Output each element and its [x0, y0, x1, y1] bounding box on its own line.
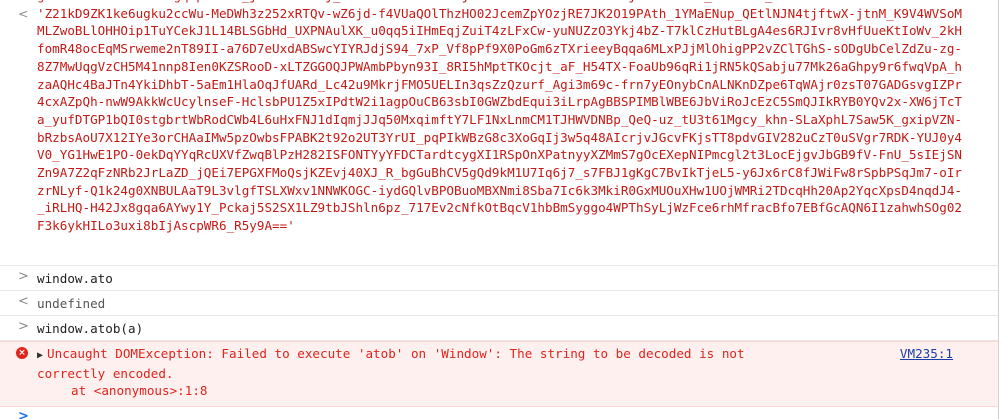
- error-message-block: ▶ Uncaught DOMException: Failed to execut…: [37, 345, 877, 400]
- input-chevron-icon: >: [18, 269, 29, 284]
- error-stack-trace: at <anonymous>:1:8: [71, 383, 208, 399]
- console-input-entry: > window.atob(a): [0, 316, 999, 341]
- input-code[interactable]: window.ato: [37, 270, 113, 287]
- expand-triangle-icon[interactable]: ▶: [37, 347, 43, 365]
- error-message-line: ▶ Uncaught DOMException: Failed to execut…: [37, 345, 877, 365]
- error-circle-icon: ×: [16, 347, 28, 359]
- console-prompt: >: [0, 407, 999, 419]
- output-value: undefined: [37, 296, 106, 311]
- error-source-link[interactable]: VM235:1: [900, 345, 953, 363]
- input-code[interactable]: window.atob(a): [37, 320, 143, 337]
- console-input-entry: > window.ato: [0, 266, 999, 291]
- console-prompt-input[interactable]: [37, 409, 937, 419]
- console-result-entry: < gct9VYFvxvKA2M7MKJgqmpwU2Ws_j9t3nm30xs…: [0, 0, 999, 266]
- result-chevron-icon: <: [18, 6, 29, 21]
- error-message-text: Uncaught DOMException: Failed to execute…: [47, 346, 745, 361]
- error-message-line: correctly encoded.: [37, 365, 174, 381]
- prompt-chevron-icon: >: [18, 409, 29, 419]
- console-output-entry: < undefined: [0, 291, 999, 316]
- console-error-entry: × ▶ Uncaught DOMException: Failed to exec…: [0, 341, 999, 407]
- output-chevron-icon: <: [18, 294, 29, 309]
- devtools-console: < gct9VYFvxvKA2M7MKJgqmpwU2Ws_j9t3nm30xs…: [0, 0, 999, 419]
- result-string-value[interactable]: gct9VYFvxvKA2M7MKJgqmpwU2Ws_j9t3nm30xsj_…: [37, 0, 967, 235]
- input-chevron-icon: >: [18, 319, 29, 334]
